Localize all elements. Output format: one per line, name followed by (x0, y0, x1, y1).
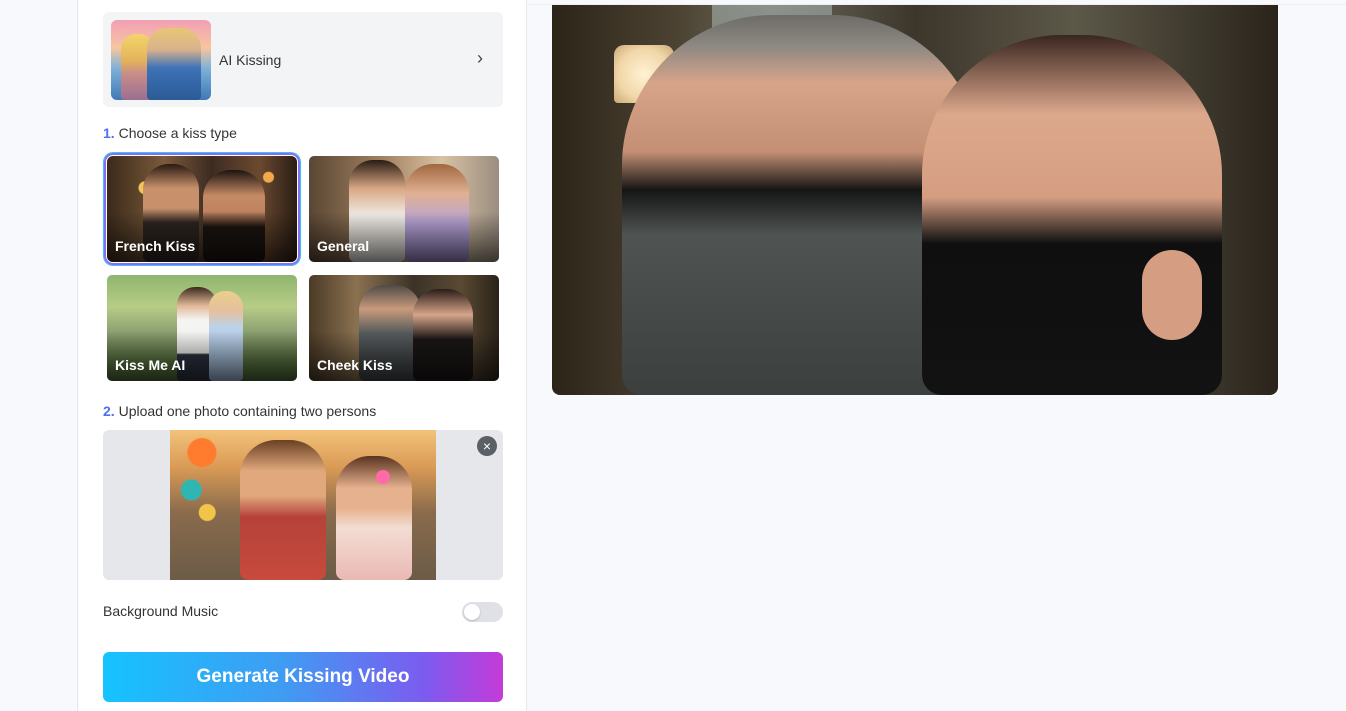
kiss-type-grid: French Kiss General Kiss Me AI Cheek Kis… (103, 152, 503, 384)
step-number: 1. (103, 125, 115, 141)
kiss-type-french-kiss[interactable]: French Kiss (104, 153, 300, 265)
result-preview-image (552, 5, 1278, 395)
left-gutter (0, 0, 78, 711)
kiss-type-cheek-kiss[interactable]: Cheek Kiss (309, 275, 499, 381)
background-music-toggle[interactable] (462, 602, 503, 622)
label-shade (107, 331, 297, 381)
label-shade (309, 331, 499, 381)
photo-upload-area[interactable]: × (103, 430, 503, 580)
person (336, 456, 412, 580)
step-number: 2. (103, 403, 115, 419)
tool-title: AI Kissing (219, 52, 282, 68)
thumbnail-figure (147, 28, 201, 100)
hand (1142, 250, 1202, 340)
close-circle-icon[interactable]: × (477, 436, 497, 456)
person (922, 35, 1222, 395)
step-text: Upload one photo containing two persons (118, 403, 377, 419)
kiss-type-kiss-me-ai[interactable]: Kiss Me AI (107, 275, 297, 381)
step-2-label: 2. Upload one photo containing two perso… (103, 403, 376, 419)
tool-selector-card[interactable]: AI Kissing › (103, 12, 503, 107)
tool-thumbnail (111, 20, 211, 100)
flower-accessory (376, 470, 390, 484)
kiss-type-label: French Kiss (115, 238, 196, 254)
chevron-right-icon: › (477, 48, 483, 68)
label-shade (309, 212, 499, 262)
generator-panel: AI Kissing › 1. Choose a kiss type Frenc… (79, 0, 527, 711)
kiss-type-label: General (317, 238, 370, 254)
step-1-label: 1. Choose a kiss type (103, 125, 237, 141)
background-music-label: Background Music (103, 603, 219, 619)
label-shade (107, 212, 297, 262)
kiss-type-general[interactable]: General (309, 156, 499, 262)
toggle-knob (464, 604, 480, 620)
generate-video-button[interactable]: Generate Kissing Video (103, 652, 503, 702)
step-text: Choose a kiss type (118, 125, 237, 141)
person (240, 440, 326, 580)
uploaded-photo (170, 430, 436, 580)
kiss-type-label: Cheek Kiss (317, 357, 393, 373)
kiss-type-label: Kiss Me AI (115, 357, 186, 373)
